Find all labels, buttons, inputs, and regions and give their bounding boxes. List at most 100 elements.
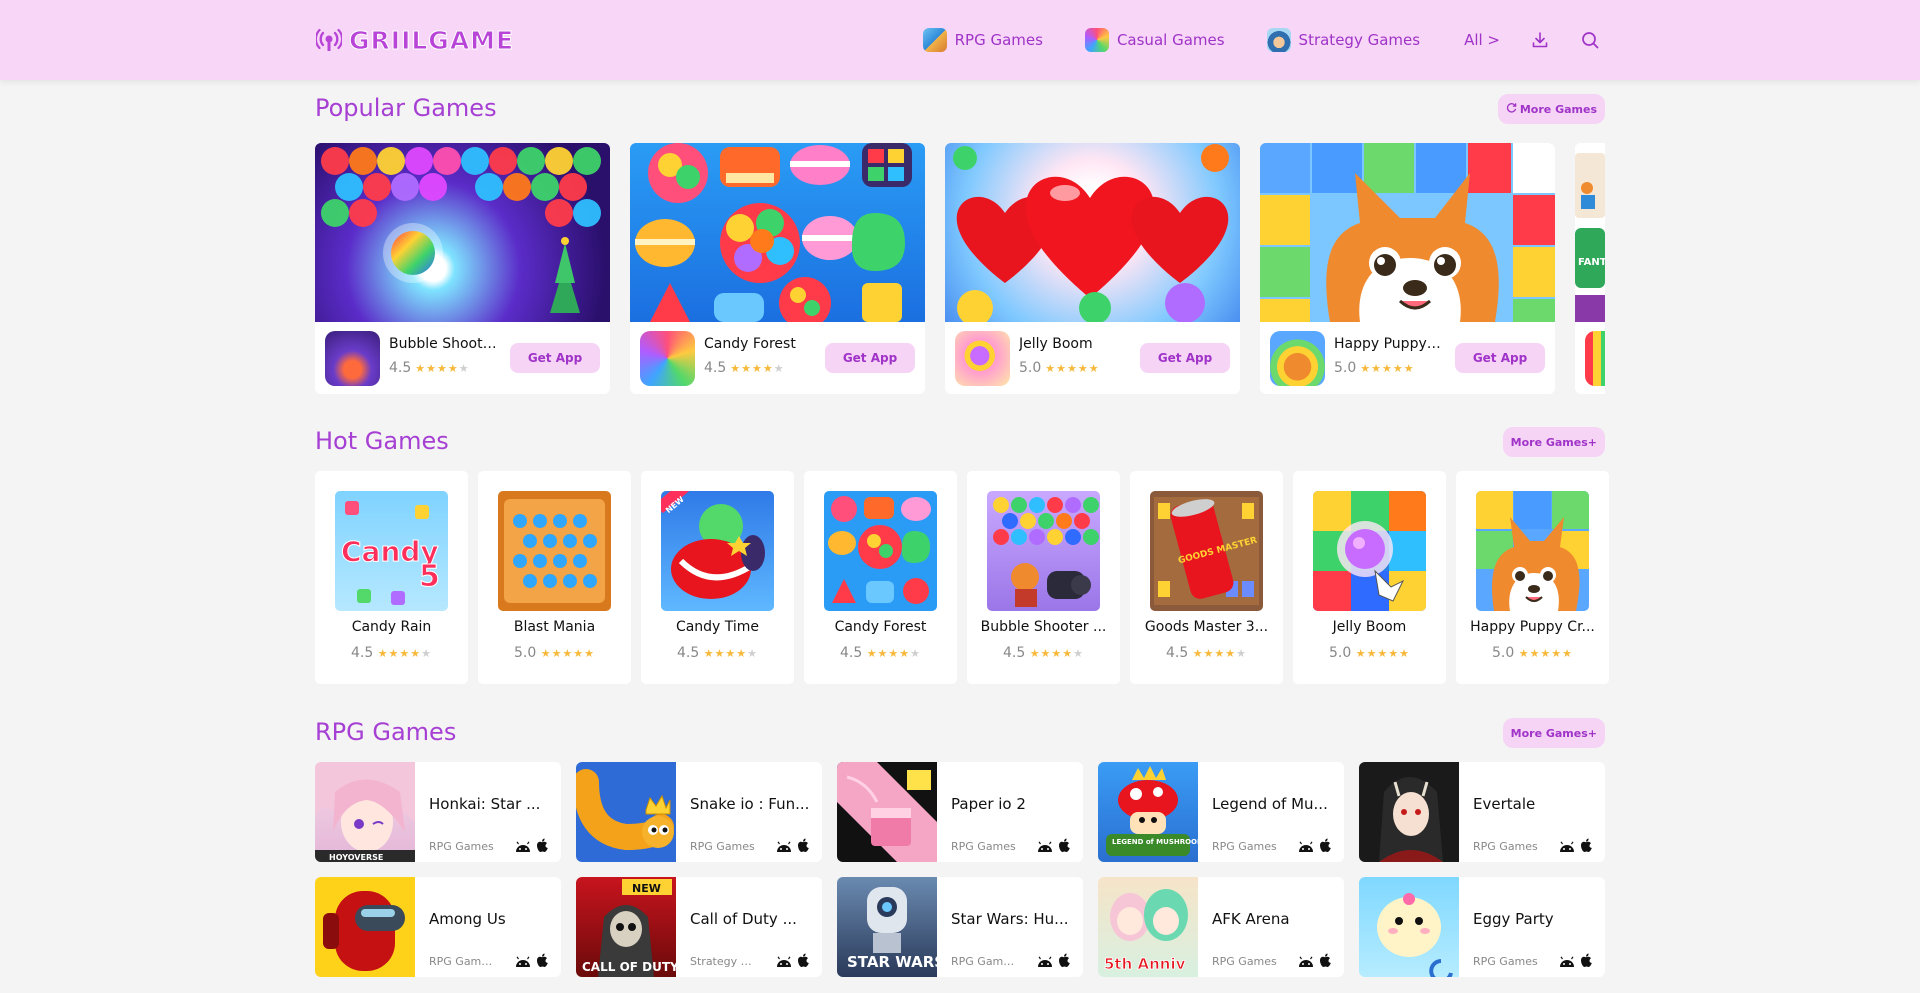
rating-stars-icon: ★★★★★ <box>1045 361 1100 375</box>
hot-game-card[interactable]: Candy Rain 5 Candy Rain 4.5 ★★★★★ <box>315 471 468 684</box>
more-games-label: More Games+ <box>1510 435 1597 449</box>
hot-games-title: Hot Games <box>315 427 449 455</box>
game-rating: 4.5 ★★★★★ <box>315 645 468 661</box>
rpg-game-card[interactable]: Evertale RPG Games <box>1359 762 1605 862</box>
hot-game-card[interactable]: GOODS MASTER Goods Master 3... 4.5 ★★★★★ <box>1130 471 1283 684</box>
popular-games-title: Popular Games <box>315 94 497 122</box>
game-name: Legend of Mu... <box>1212 795 1328 813</box>
game-info: Bubble Shoote... 4.5 ★★★★★ Get App <box>315 322 610 394</box>
rating-stars-icon: ★★★★★ <box>1029 647 1085 660</box>
apple-icon <box>1319 838 1332 857</box>
game-icon: NEW CALL OF DUTY <box>576 877 676 977</box>
game-info <box>1575 322 1605 394</box>
platforms <box>1559 953 1593 972</box>
nav-casual-games[interactable]: Casual Games <box>1084 28 1225 52</box>
popular-game-card[interactable]: Candy Forest 4.5 ★★★★★ Get App <box>630 143 925 394</box>
hot-game-card[interactable]: Happy Puppy Cr... 5.0 ★★★★★ <box>1456 471 1609 684</box>
game-rating: 4.5 ★★★★★ <box>967 645 1120 661</box>
game-name: Goods Master 3... <box>1144 619 1269 635</box>
more-games-label: More Games+ <box>1510 726 1597 740</box>
apple-icon <box>1319 953 1332 972</box>
game-category: RPG Games <box>690 840 755 853</box>
apple-icon <box>1580 838 1593 857</box>
rating-stars-icon: ★★★★★ <box>540 647 596 660</box>
apple-icon <box>1058 953 1071 972</box>
platforms <box>1559 838 1593 857</box>
game-name: Among Us <box>429 910 506 928</box>
game-rating: 4.5 ★★★★★ <box>1130 645 1283 661</box>
popular-games-carousel[interactable]: Bubble Shoote... 4.5 ★★★★★ Get App Candy… <box>315 143 1605 394</box>
popular-game-card[interactable]: Jelly Boom 5.0 ★★★★★ Get App <box>945 143 1240 394</box>
game-category: RPG Games <box>1212 955 1277 968</box>
hot-game-card[interactable]: Blast Mania 5.0 ★★★★★ <box>478 471 631 684</box>
popular-more-games-button[interactable]: More Games <box>1497 94 1605 124</box>
nav-rpg-games[interactable]: RPG Games <box>922 28 1043 52</box>
game-rating: 5.0 ★★★★★ <box>1293 645 1446 661</box>
hot-game-card[interactable]: Jelly Boom 5.0 ★★★★★ <box>1293 471 1446 684</box>
game-name: Candy Forest <box>834 619 927 635</box>
android-icon <box>515 953 531 972</box>
game-icon: NEW <box>661 491 774 611</box>
search-icon[interactable] <box>1580 30 1600 50</box>
get-app-button[interactable]: Get App <box>510 343 600 373</box>
apple-icon <box>1580 953 1593 972</box>
game-name: Happy Puppy Cr... <box>1470 619 1595 635</box>
game-icon <box>640 331 695 386</box>
nav-all-link[interactable]: All > <box>1464 31 1500 49</box>
rpg-game-card[interactable]: Among Us RPG Games,... <box>315 877 561 977</box>
game-rating: 5.0 ★★★★★ <box>1456 645 1609 661</box>
hot-game-card[interactable]: Candy Forest 4.5 ★★★★★ <box>804 471 957 684</box>
anniversary-text: 5th Anniv <box>1104 955 1186 973</box>
game-name: Honkai: Star ... <box>429 795 541 813</box>
game-icon: LEGEND of MUSHROOM <box>1098 762 1198 862</box>
nav-rpg-label: RPG Games <box>954 31 1043 49</box>
game-category: RPG Games,... <box>429 955 499 968</box>
rpg-game-card[interactable]: HOYOVERSE Honkai: Star ... RPG Games <box>315 762 561 862</box>
game-info: Happy Puppy ... 5.0 ★★★★★ Get App <box>1260 322 1555 394</box>
fanta-text: FANTA <box>1578 257 1605 268</box>
rpg-game-card[interactable]: NEW CALL OF DUTY Call of Duty ... Strate… <box>576 877 822 977</box>
game-icon <box>576 762 676 862</box>
hot-game-card[interactable]: Bubble Shooter ... 4.5 ★★★★★ <box>967 471 1120 684</box>
new-badge-text: NEW <box>632 882 661 895</box>
popular-game-card[interactable]: FANTA <box>1575 143 1605 394</box>
game-category: RPG Games <box>429 840 494 853</box>
hot-more-games-button[interactable]: More Games+ <box>1502 427 1605 457</box>
get-app-button[interactable]: Get App <box>1455 343 1545 373</box>
game-name: Bubble Shoote... <box>389 336 499 352</box>
site-logo[interactable]: GRIILGAME <box>315 24 514 56</box>
call-of-duty-text: CALL OF DUTY <box>582 960 676 974</box>
game-name: Evertale <box>1473 795 1536 813</box>
rpg-game-card[interactable]: 5th Anniv AFK Arena RPG Games <box>1098 877 1344 977</box>
rating-value: 5.0 <box>1019 360 1042 376</box>
rpg-game-card[interactable]: Eggy Party RPG Games <box>1359 877 1605 977</box>
platforms <box>776 838 810 857</box>
popular-game-card[interactable]: Bubble Shoote... 4.5 ★★★★★ Get App <box>315 143 610 394</box>
hot-game-card[interactable]: NEW Candy Time 4.5 ★★★★★ <box>641 471 794 684</box>
game-name: Paper io 2 <box>951 795 1026 813</box>
game-icon <box>1359 877 1459 977</box>
rpg-game-card[interactable]: Snake io : Fun... RPG Games <box>576 762 822 862</box>
game-rating: 4.5 ★★★★★ <box>804 645 957 661</box>
nav-strategy-label: Strategy Games <box>1298 31 1421 49</box>
popular-game-card[interactable]: Happy Puppy ... 5.0 ★★★★★ Get App <box>1260 143 1555 394</box>
candy-rain-number-text: 5 <box>419 559 440 594</box>
game-icon <box>1585 331 1605 386</box>
rpg-game-card[interactable]: LEGEND of MUSHROOM Legend of Mu... RPG G… <box>1098 762 1344 862</box>
get-app-button[interactable]: Get App <box>825 343 915 373</box>
apple-icon <box>1058 838 1071 857</box>
android-icon <box>1298 838 1314 857</box>
site-header: GRIILGAME RPG Games Casual Games Strateg… <box>0 0 1920 80</box>
logo-text: GRIILGAME <box>348 25 515 55</box>
game-rating: 5.0 ★★★★★ <box>1334 360 1415 376</box>
get-app-button[interactable]: Get App <box>1140 343 1230 373</box>
download-icon[interactable] <box>1530 30 1550 50</box>
rpg-game-card[interactable]: STAR WARS Star Wars: Hu... RPG Games,... <box>837 877 1083 977</box>
rpg-games-title: RPG Games <box>315 718 457 746</box>
nav-strategy-games[interactable]: Strategy Games <box>1266 28 1421 52</box>
game-icon <box>837 762 937 862</box>
rpg-game-card[interactable]: Paper io 2 RPG Games <box>837 762 1083 862</box>
rpg-more-games-button[interactable]: More Games+ <box>1502 718 1605 748</box>
rating-stars-icon: ★★★★★ <box>377 647 433 660</box>
apple-icon <box>797 953 810 972</box>
